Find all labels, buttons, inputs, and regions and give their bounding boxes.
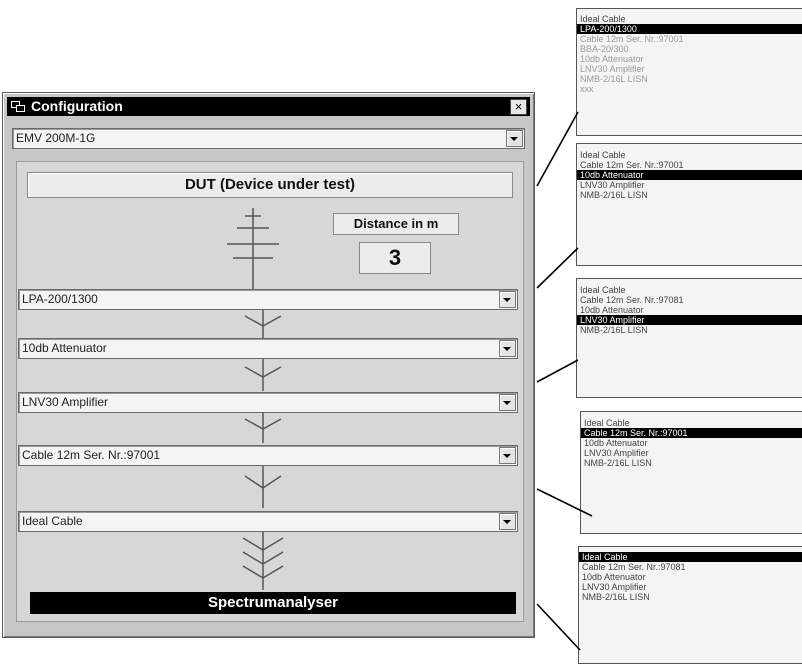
callout-line: [536, 111, 579, 187]
callout-line: [536, 359, 579, 383]
callout-line: [536, 603, 581, 651]
callout-lines: [536, 111, 593, 651]
callout-line: [536, 488, 593, 517]
callout-line: [536, 247, 579, 289]
